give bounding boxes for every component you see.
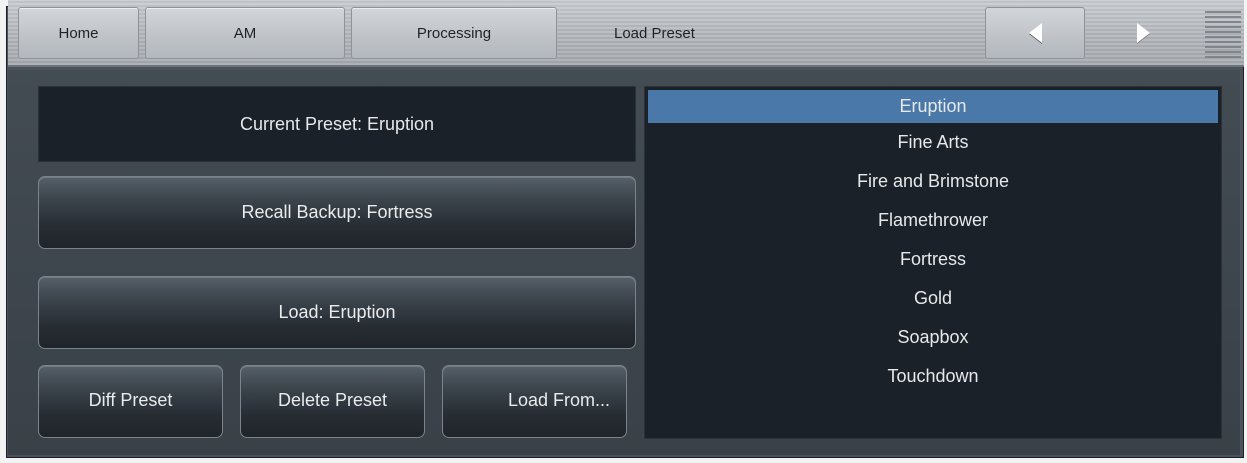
load-from-button[interactable]: Load From... (442, 365, 627, 438)
diff-preset-button[interactable]: Diff Preset (38, 365, 223, 438)
preset-item[interactable]: Touchdown (645, 360, 1221, 399)
preset-item-selected[interactable]: Eruption (648, 90, 1218, 123)
preset-item[interactable]: Fortress (645, 243, 1221, 282)
back-button[interactable] (985, 7, 1085, 59)
forward-button[interactable] (1093, 7, 1193, 59)
top-nav-bar: Home AM Processing Load Preset (8, 0, 1244, 67)
preset-item[interactable]: Gold (645, 282, 1221, 321)
preset-item[interactable]: Fire and Brimstone (645, 165, 1221, 204)
preset-item[interactable]: Fine Arts (645, 126, 1221, 165)
menu-icon[interactable] (1205, 10, 1241, 58)
nav-am-button[interactable]: AM (145, 7, 345, 59)
load-preset-button[interactable]: Load: Eruption (38, 276, 636, 349)
delete-preset-button[interactable]: Delete Preset (240, 365, 425, 438)
preset-item[interactable]: Flamethrower (645, 204, 1221, 243)
breadcrumb-current-page: Load Preset (614, 24, 695, 42)
forward-arrow-icon (1136, 23, 1150, 43)
recall-backup-button[interactable]: Recall Backup: Fortress (38, 176, 636, 249)
preset-item[interactable]: Soapbox (645, 321, 1221, 360)
nav-home-button[interactable]: Home (18, 7, 139, 59)
load-preset-panel: Current Preset: Eruption Recall Backup: … (8, 70, 1240, 455)
preset-list: Eruption Fine Arts Fire and Brimstone Fl… (644, 86, 1222, 439)
nav-processing-button[interactable]: Processing (351, 7, 557, 59)
current-preset-display: Current Preset: Eruption (38, 86, 636, 162)
back-arrow-icon (1028, 23, 1042, 43)
